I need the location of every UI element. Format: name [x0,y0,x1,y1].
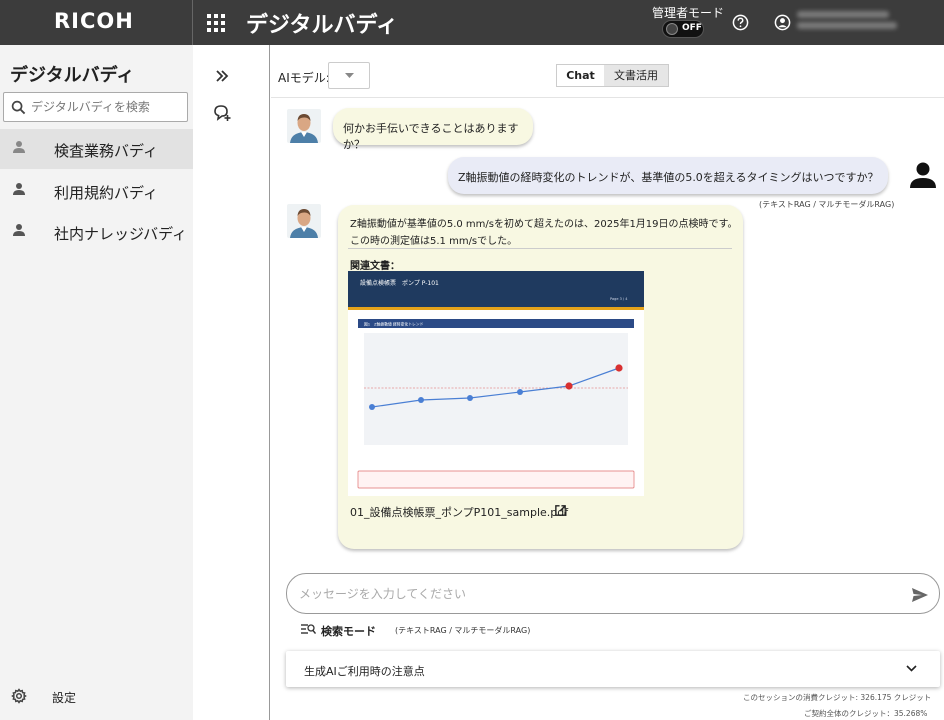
rag-mode-note: (テキストRAG / マルチモーダルRAG) [759,200,895,209]
open-external-icon[interactable] [554,504,567,517]
sidebar-item-label: 社内ナレッジバディ [54,225,188,243]
doc-section-title: 図1 Z軸振動値 経時変化トレンド [364,322,424,327]
assistant-avatar [287,204,321,238]
sidebar-title: デジタルバディ [10,65,135,86]
send-icon[interactable] [911,587,929,603]
ricoh-logo[interactable]: RICOH [0,0,193,45]
person-icon [13,183,25,195]
sidebar-search-input[interactable] [31,97,181,117]
divider [271,97,944,98]
accordion-label: 生成AIご利用時の注意点 [304,665,425,678]
session-credit: このセッションの消費クレジット: 326.175 クレジット [743,693,932,702]
sidebar-item-inspection-buddy[interactable]: 検査業務バディ [0,129,193,169]
ai-model-label: AIモデル: [278,71,330,85]
sidebar-item-label: 利用規約バディ [54,184,158,202]
answer-line: Z軸振動値が基準値の5.0 mm/sを初めて超えたのは、2025年1月19日の点… [350,219,738,230]
chat-main: AIモデル: Chat 文書活用 何かお手伝いできることはありますか？ Z軸振動… [271,45,944,720]
account-icon[interactable] [774,14,791,31]
toggle-state: OFF [682,23,702,33]
document-thumbnail[interactable]: 設備点検帳票 ポンプ P-101 Page 3 / 4 図1 Z軸振動値 経時変… [348,271,644,496]
document-link[interactable]: 01_設備点検帳票_ポンプP101_sample.pdf [350,504,568,520]
person-icon [13,224,25,236]
logo-text: RICOH [54,9,134,33]
user-message: Z軸振動値の経時変化のトレンドが、基準値の5.0を超えるタイミングはいつですか？ [448,157,888,194]
top-bar: RICOH デジタルバディ 管理者モード OFF [0,0,944,45]
search-mode-icon[interactable] [301,623,316,636]
search-mode-label[interactable]: 検索モード [321,623,376,639]
tab-document-use[interactable]: 文書活用 [604,65,668,86]
admin-mode-label: 管理者モード [652,6,725,20]
double-chevron-right-icon[interactable] [215,69,229,83]
apps-grid-icon[interactable] [207,14,225,32]
app-title: デジタルバディ [246,13,399,38]
assistant-avatar [287,109,321,143]
message-text: Z軸振動値の経時変化のトレンドが、基準値の5.0を超えるタイミングはいつですか？ [458,171,879,184]
sidebar-item-label: 検査業務バディ [54,142,158,160]
gear-icon [11,688,27,704]
divider [348,248,732,249]
settings-label: 設定 [52,691,77,705]
related-docs-label: 関連文書： [350,261,400,272]
assistant-answer: Z軸振動値が基準値の5.0 mm/sを初めて超えたのは、2025年1月19日の点… [338,205,743,549]
mode-tabs: Chat 文書活用 [556,64,669,87]
help-icon[interactable] [732,14,749,31]
chevron-down-icon [906,665,917,672]
search-icon [11,100,26,115]
admin-mode-toggle[interactable]: OFF [662,20,704,38]
message-input[interactable] [299,585,899,603]
sidebar-search[interactable] [3,92,188,122]
chevron-down-icon [345,73,354,78]
sidebar-item-terms-buddy[interactable]: 利用規約バディ [0,171,193,211]
sidebar-item-knowledge-buddy[interactable]: 社内ナレッジバディ [0,212,193,252]
user-name-blurred [797,11,897,35]
ai-usage-notes-accordion[interactable]: 生成AIご利用時の注意点 [286,651,940,687]
new-chat-icon[interactable] [213,104,231,122]
assistant-message: 何かお手伝いできることはありますか？ [333,108,533,151]
answer-line: この時の測定値は5.1 mm/sでした。 [350,236,518,247]
tool-rail [193,45,270,720]
person-icon [13,141,25,153]
message-text: 何かお手伝いできることはありますか？ [343,122,519,151]
toggle-knob [666,23,678,35]
settings-link[interactable]: 設定 [0,682,193,712]
search-mode-sub: (テキストRAG / マルチモーダルRAG) [395,626,531,635]
message-input-box [286,573,940,614]
contract-credit: ご契約全体のクレジット：35.268% [804,709,928,718]
doc-page: Page 3 / 4 [610,297,628,301]
ai-model-select[interactable] [328,62,370,89]
tab-chat[interactable]: Chat [557,65,604,86]
doc-title: 設備点検帳票 ポンプ P-101 [360,279,439,287]
user-avatar-icon [910,162,936,188]
sidebar: デジタルバディ 検査業務バディ 利用規約バディ 社内ナレッジバディ 設定 [0,45,193,720]
